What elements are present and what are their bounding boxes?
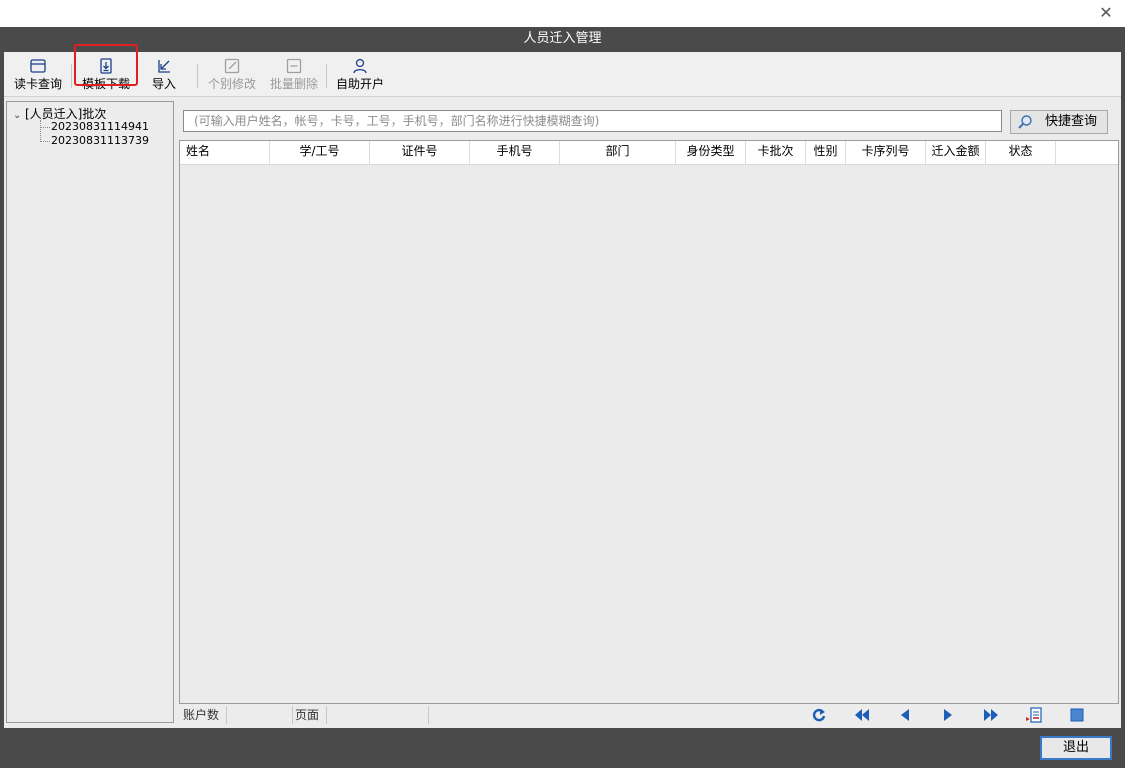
import-icon	[158, 60, 170, 73]
search-icon	[1018, 115, 1032, 129]
tree-root[interactable]: ⌄ [人员迁入]批次	[13, 105, 106, 121]
column-header-identity-type[interactable]: 身份类型	[676, 141, 746, 165]
edit-icon	[224, 58, 240, 74]
user-icon	[353, 58, 367, 74]
single-edit-button[interactable]: 个别修改	[204, 56, 260, 96]
client-area: 读卡查询 模板下载 导入 个别修改 批量删除 自助开户 ⌄ [人员迁入]批次 2…	[4, 44, 1121, 728]
batch-delete-label: 批量删除	[269, 77, 318, 91]
card-icon	[30, 59, 46, 73]
page-value	[329, 706, 429, 724]
next-page-icon[interactable]	[939, 707, 957, 723]
toolbar-separator	[197, 64, 198, 88]
refresh-icon[interactable]	[810, 707, 828, 723]
import-label: 导入	[151, 77, 176, 91]
column-header-student-id[interactable]: 学/工号	[270, 141, 370, 165]
export-icon[interactable]	[1025, 707, 1043, 723]
last-page-icon[interactable]	[982, 707, 1000, 723]
app-window: 人员迁入管理 读卡查询 模板下载 导入 个别修改 批量删除 自助开户 ⌄ [人员…	[0, 27, 1125, 768]
delete-icon	[286, 58, 302, 74]
read-card-button[interactable]: 读卡查询	[8, 56, 68, 96]
self-open-account-label: 自助开户	[335, 77, 384, 91]
self-open-account-button[interactable]: 自助开户	[332, 56, 388, 96]
window-title: 人员迁入管理	[523, 31, 602, 46]
import-button[interactable]: 导入	[144, 56, 184, 96]
tree-connector	[40, 120, 41, 142]
quick-search-button[interactable]: 快捷查询	[1010, 110, 1108, 134]
highlight-box	[74, 44, 138, 86]
exit-button[interactable]: 退出	[1040, 736, 1112, 760]
batch-delete-button[interactable]: 批量删除	[266, 56, 322, 96]
single-edit-label: 个别修改	[207, 77, 256, 91]
stop-icon[interactable]	[1068, 707, 1086, 723]
data-grid[interactable]: 姓名 学/工号 证件号 手机号 部门 身份类型 卡批次 性别 卡序列号 迁入金额…	[179, 140, 1119, 704]
column-header-name[interactable]: 姓名	[180, 141, 270, 165]
first-page-icon[interactable]	[853, 707, 871, 723]
tree-connector	[40, 141, 50, 142]
column-header-card-batch[interactable]: 卡批次	[746, 141, 806, 165]
column-header-phone[interactable]: 手机号	[470, 141, 560, 165]
close-icon[interactable]: ✕	[1097, 4, 1115, 22]
column-header-department[interactable]: 部门	[560, 141, 676, 165]
previous-page-icon[interactable]	[896, 707, 914, 723]
status-bar: 账户数 页面	[179, 704, 1119, 726]
toolbar-separator	[326, 64, 327, 88]
tree-root-label: [人员迁入]批次	[25, 107, 107, 121]
account-count-value	[227, 706, 293, 724]
toolbar-separator	[71, 64, 72, 88]
grid-header: 姓名 学/工号 证件号 手机号 部门 身份类型 卡批次 性别 卡序列号 迁入金额…	[180, 141, 1118, 165]
read-card-label: 读卡查询	[13, 77, 62, 91]
quick-search-label: 快捷查询	[1045, 114, 1098, 129]
column-header-transfer-amount[interactable]: 迁入金额	[926, 141, 986, 165]
column-header-status[interactable]: 状态	[986, 141, 1056, 165]
column-header-card-serial[interactable]: 卡序列号	[846, 141, 926, 165]
search-input[interactable]	[194, 111, 1001, 131]
tree-item[interactable]: 20230831114941	[51, 120, 149, 134]
toolbar: 读卡查询 模板下载 导入 个别修改 批量删除 自助开户	[4, 44, 1121, 97]
chevron-down-icon[interactable]: ⌄	[13, 110, 25, 121]
search-field[interactable]	[183, 110, 1002, 132]
outer-titlebar: ✕	[0, 0, 1125, 27]
tree-connector	[40, 127, 50, 128]
page-label: 页面	[295, 706, 327, 724]
column-header-id-number[interactable]: 证件号	[370, 141, 470, 165]
batch-tree: ⌄ [人员迁入]批次 20230831114941 20230831113739	[6, 101, 174, 723]
column-header-gender[interactable]: 性别	[806, 141, 846, 165]
account-count-label: 账户数	[183, 706, 227, 724]
tree-item[interactable]: 20230831113739	[51, 134, 149, 148]
